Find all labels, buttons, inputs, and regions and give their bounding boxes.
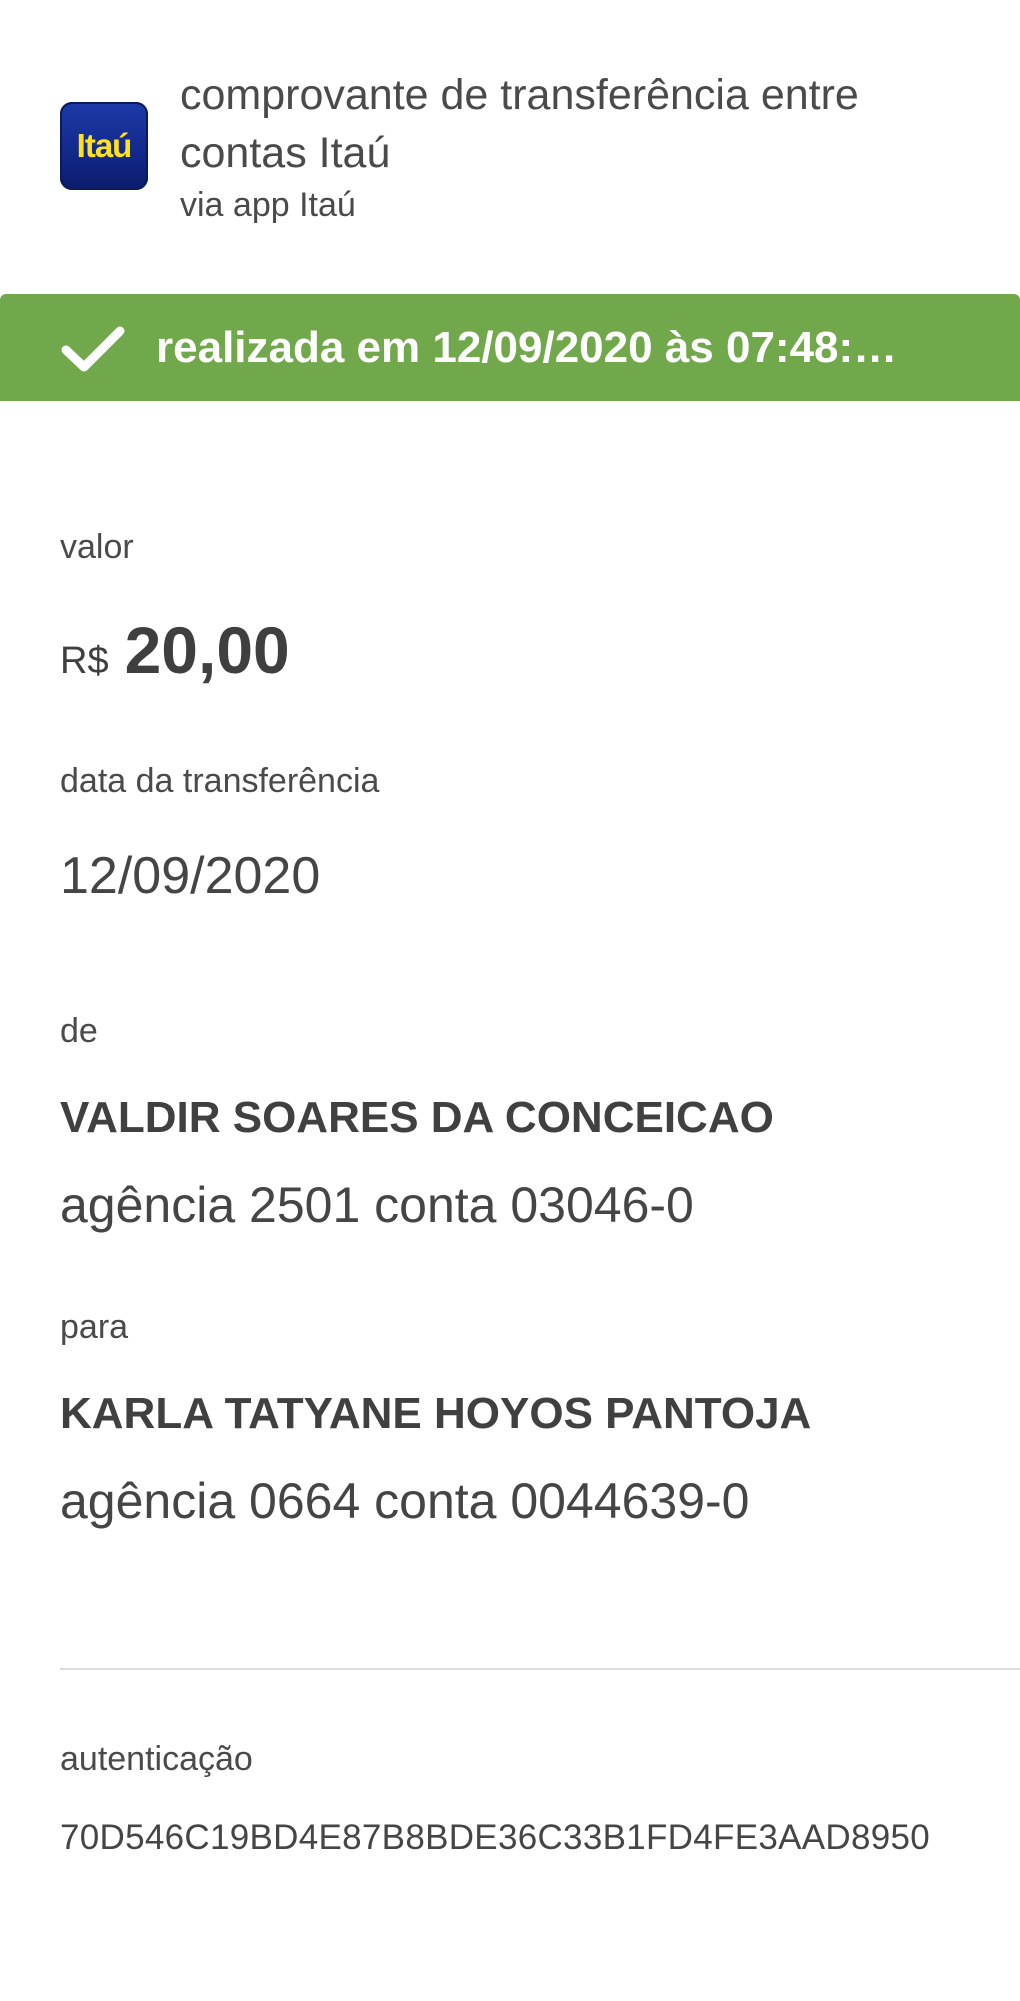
transfer-date-label: data da transferência bbox=[60, 762, 380, 800]
page-title: comprovante de transferência entre conta… bbox=[180, 71, 859, 177]
transfer-date-value: 12/09/2020 bbox=[60, 847, 321, 905]
itau-logo-text: Itaú bbox=[76, 127, 133, 164]
sender-account: agência 2501 conta 03046-0 bbox=[60, 1177, 694, 1233]
recipient-account: agência 0664 conta 0044639-0 bbox=[60, 1473, 750, 1529]
recipient-name: KARLA TATYANE HOYOS PANTOJA bbox=[60, 1389, 812, 1438]
receipt-header: Itaú comprovante de transferência entre … bbox=[60, 66, 960, 246]
check-icon bbox=[61, 326, 125, 372]
authentication-code: 70D546C19BD4E87B8BDE36C33B1FD4FE3AAD8950 bbox=[60, 1818, 931, 1857]
divider bbox=[60, 1668, 1020, 1670]
amount-value: 20,00 bbox=[124, 613, 290, 687]
sender-label: de bbox=[60, 1012, 98, 1050]
recipient-label: para bbox=[60, 1308, 129, 1346]
sender-name: VALDIR SOARES DA CONCEICAO bbox=[60, 1093, 774, 1142]
status-text: realizada em 12/09/2020 às 07:48:… bbox=[156, 323, 898, 372]
status-banner: realizada em 12/09/2020 às 07:48:… bbox=[0, 294, 1020, 401]
authentication-label: autenticação bbox=[60, 1740, 253, 1778]
currency-symbol: R$ bbox=[60, 640, 109, 682]
amount-label: valor bbox=[60, 528, 134, 566]
page-subtitle: via app Itaú bbox=[180, 186, 356, 224]
amount: R$ 20,00 bbox=[60, 612, 290, 688]
itau-logo: Itaú bbox=[60, 102, 148, 190]
